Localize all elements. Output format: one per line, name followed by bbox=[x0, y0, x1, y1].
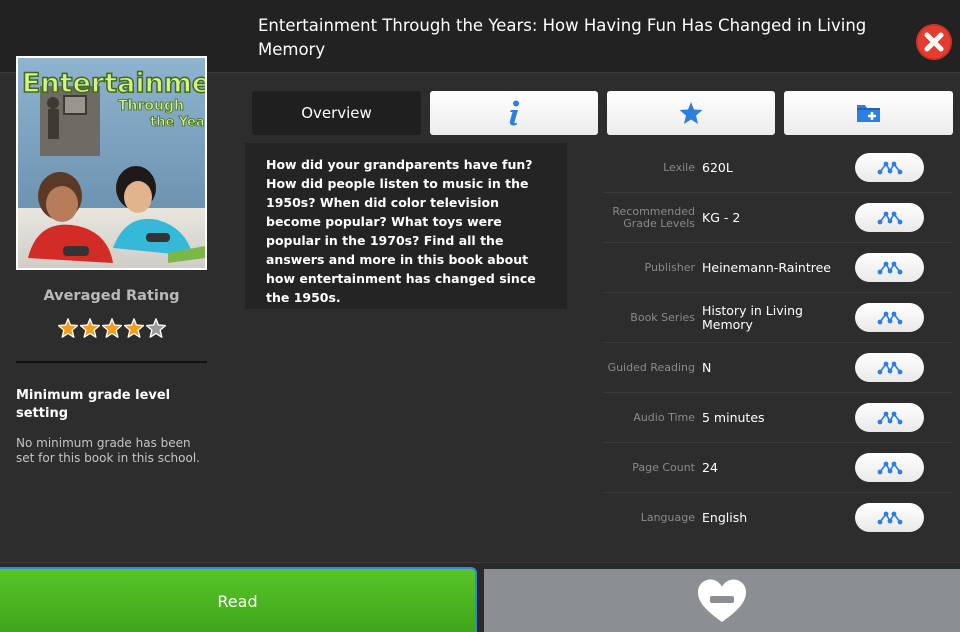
detail-row: Language English bbox=[603, 493, 953, 543]
detail-row: Audio Time 5 minutes bbox=[603, 393, 953, 443]
read-button[interactable]: Read bbox=[0, 567, 477, 632]
book-details-list: Lexile 620L Recommended Grade Levels KG - 2… bbox=[603, 143, 953, 543]
detail-value: History in Living Memory bbox=[702, 303, 803, 332]
cover-title-line2: Through bbox=[118, 98, 184, 114]
network-icon bbox=[877, 361, 902, 374]
tab-favorites[interactable] bbox=[607, 91, 775, 135]
find-similar-button[interactable] bbox=[855, 253, 924, 282]
detail-value: Heinemann-Raintree bbox=[702, 260, 831, 275]
detail-label: Publisher bbox=[644, 261, 696, 274]
tab-add-to-folder[interactable] bbox=[784, 91, 953, 135]
network-icon bbox=[877, 311, 902, 324]
folder-add-icon bbox=[856, 105, 880, 122]
find-similar-button[interactable] bbox=[855, 403, 924, 432]
network-icon bbox=[877, 161, 902, 174]
network-icon bbox=[877, 211, 902, 224]
find-similar-button[interactable] bbox=[855, 203, 924, 232]
info-icon bbox=[509, 100, 519, 126]
star-icon bbox=[58, 318, 78, 338]
heart-minus-icon bbox=[698, 579, 746, 622]
page-title: Entertainment Through the Years: How Hav… bbox=[258, 16, 867, 59]
network-icon bbox=[877, 261, 902, 274]
close-button[interactable] bbox=[916, 24, 952, 60]
close-icon bbox=[916, 24, 952, 60]
detail-label: Lexile bbox=[663, 161, 695, 174]
min-grade-title: Minimum grade level setting bbox=[16, 388, 171, 421]
network-icon bbox=[877, 511, 902, 524]
star-icon bbox=[102, 318, 122, 338]
detail-row: Publisher Heinemann-Raintree bbox=[603, 243, 953, 293]
star-icon bbox=[146, 318, 166, 338]
find-similar-button[interactable] bbox=[855, 453, 924, 482]
cover-title-line1: Entertainment bbox=[22, 68, 205, 99]
min-grade-description: No minimum grade has been set for this b… bbox=[16, 436, 200, 465]
rating-stars bbox=[58, 318, 168, 340]
find-similar-button[interactable] bbox=[855, 153, 924, 182]
detail-label: Book Series bbox=[630, 311, 695, 324]
network-icon bbox=[877, 461, 902, 474]
star-icon bbox=[124, 318, 144, 338]
book-description: How did your grandparents have fun? How … bbox=[245, 143, 567, 309]
detail-label: Audio Time bbox=[633, 411, 695, 424]
star-icon bbox=[80, 318, 100, 338]
detail-value: N bbox=[702, 360, 712, 375]
detail-value: 24 bbox=[702, 460, 718, 475]
detail-value: English bbox=[702, 510, 748, 525]
detail-value: 5 minutes bbox=[702, 410, 765, 425]
detail-label: Page Count bbox=[632, 461, 695, 474]
detail-row: Page Count 24 bbox=[603, 443, 953, 493]
network-icon bbox=[877, 411, 902, 424]
star-icon bbox=[679, 102, 703, 124]
detail-label: Recommended Grade Levels bbox=[612, 205, 695, 230]
find-similar-button[interactable] bbox=[855, 303, 924, 332]
tab-info[interactable] bbox=[430, 91, 598, 135]
book-details-page: Entertainment Through the Years: How Hav… bbox=[0, 0, 960, 632]
detail-row: Guided Reading N bbox=[603, 343, 953, 393]
detail-value: 620L bbox=[702, 160, 733, 175]
detail-row: Recommended Grade Levels KG - 2 bbox=[603, 193, 953, 243]
detail-row: Lexile 620L bbox=[603, 143, 953, 193]
book-cover: Entertainment Through the Years bbox=[16, 56, 207, 270]
find-similar-button[interactable] bbox=[855, 503, 924, 532]
detail-label: Language bbox=[640, 511, 695, 524]
remove-favorite-button[interactable] bbox=[484, 569, 960, 632]
detail-row: Book Series History in Living Memory bbox=[603, 293, 953, 343]
find-similar-button[interactable] bbox=[855, 353, 924, 382]
tab-overview[interactable]: Overview bbox=[252, 91, 421, 135]
detail-label: Guided Reading bbox=[607, 361, 695, 374]
cover-title-line3: the Years bbox=[150, 115, 205, 130]
detail-value: KG - 2 bbox=[702, 210, 741, 225]
averaged-rating-label: Averaged Rating bbox=[43, 288, 180, 304]
left-divider bbox=[16, 361, 207, 363]
